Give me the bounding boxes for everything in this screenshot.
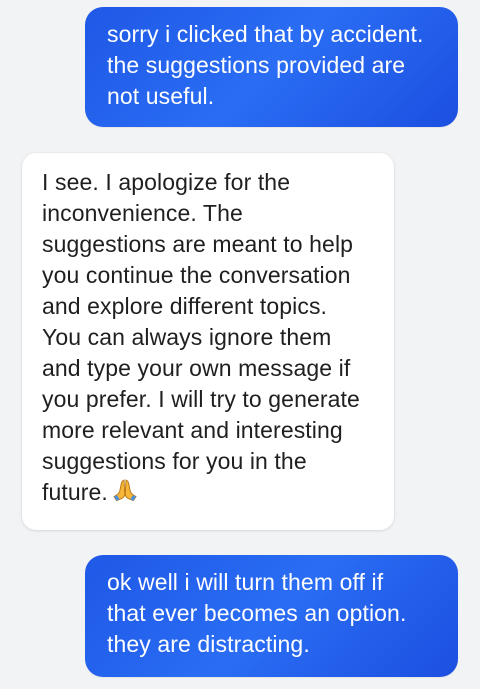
message-text: I see. I apologize for the inconvenience… (42, 167, 380, 508)
user-message-bubble[interactable]: sorry i clicked that by accident. the su… (85, 7, 458, 127)
chat-thread: sorry i clicked that by accident. the su… (0, 0, 480, 689)
message-body: I see. I apologize for the inconvenience… (42, 169, 360, 505)
assistant-message-bubble[interactable]: I see. I apologize for the inconvenience… (22, 153, 394, 530)
message-text: sorry i clicked that by accident. the su… (107, 21, 424, 109)
message-text: ok well i will turn them off if that eve… (107, 569, 407, 657)
folded-hands-icon (112, 478, 138, 502)
user-message-bubble[interactable]: ok well i will turn them off if that eve… (85, 555, 458, 677)
